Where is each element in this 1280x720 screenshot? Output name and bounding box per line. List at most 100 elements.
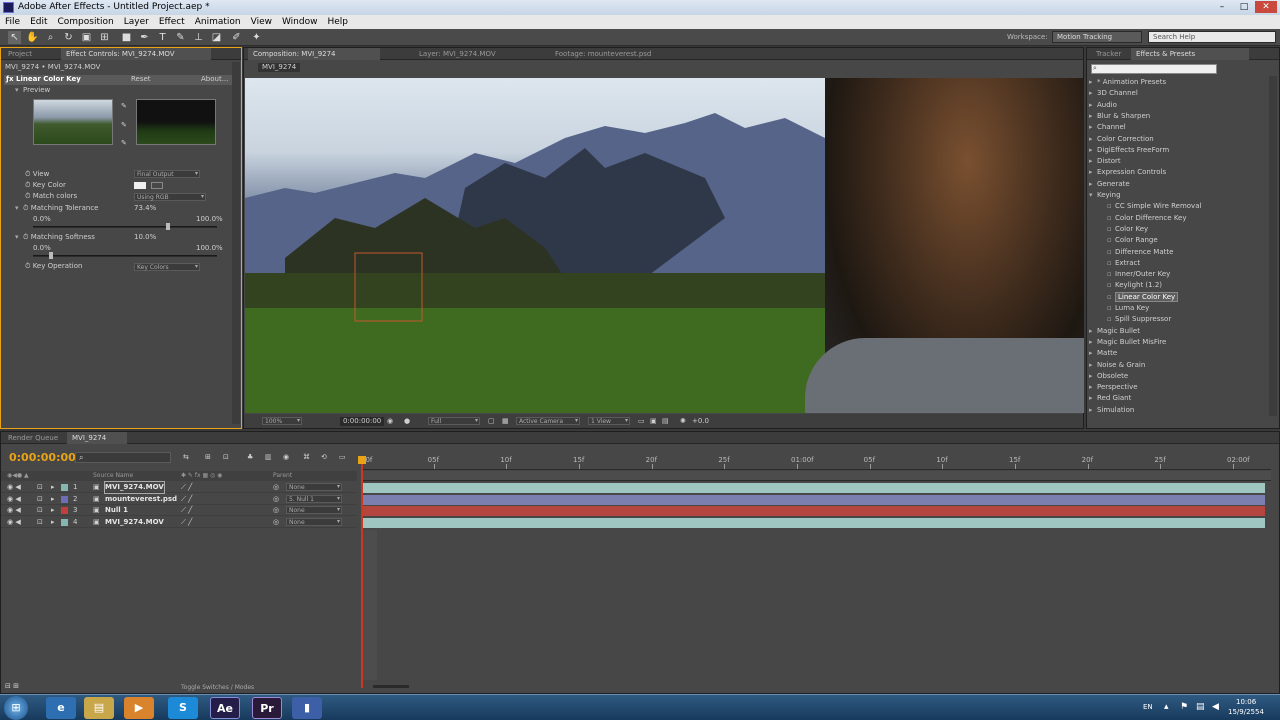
hand-tool-icon[interactable]: ✋ (26, 31, 39, 44)
disclosure-triangle-icon[interactable]: ▸ (1089, 111, 1097, 122)
frame-blending-icon[interactable]: ▥ (265, 453, 272, 462)
maximize-button[interactable]: □ (1233, 1, 1255, 13)
clock-date[interactable]: 15/9/2554 (1228, 708, 1264, 716)
fx-icon[interactable]: ƒx (6, 75, 16, 83)
draft-3d-icon[interactable]: ⊡ (223, 453, 229, 462)
tab-footage[interactable]: Footage: mounteverest.psd (550, 48, 656, 60)
start-button[interactable]: ⊞ (4, 696, 28, 720)
disclosure-triangle-icon[interactable]: ▸ (1089, 77, 1097, 88)
softness-value[interactable]: 10.0% (134, 233, 156, 242)
type-tool-icon[interactable]: T (156, 31, 169, 44)
effect-category[interactable]: ▸ Matte (1089, 348, 1117, 359)
tab-timeline-comp[interactable]: MVI_9274 (67, 432, 127, 444)
col-source-name[interactable]: Source Name (93, 471, 133, 481)
tolerance-slider-thumb[interactable] (166, 223, 171, 230)
timeline-menu-icon[interactable]: ▭ (339, 453, 346, 462)
col-parent[interactable]: Parent (273, 471, 292, 481)
view-layout-dropdown[interactable]: 1 View (588, 417, 630, 425)
menu-file[interactable]: File (0, 15, 25, 29)
menu-composition[interactable]: Composition (53, 15, 119, 29)
timeline-icon[interactable]: ▤ (662, 417, 669, 426)
snapshot-icon[interactable]: ◉ (387, 417, 393, 426)
match-colors-dropdown[interactable]: Using RGB (134, 193, 206, 201)
effect-item[interactable]: ▫ Spill Suppressor (1107, 314, 1171, 325)
effect-item[interactable]: ▫ Keylight (1.2) (1107, 280, 1162, 291)
disclosure-triangle-icon[interactable]: ▸ (1089, 371, 1097, 382)
brush-tool-icon[interactable]: ✎ (174, 31, 187, 44)
tolerance-slider[interactable] (33, 226, 217, 228)
zoom-slider[interactable] (373, 685, 409, 688)
disclosure-triangle-icon[interactable]: ▸ (1089, 393, 1097, 404)
workspace-dropdown[interactable]: Motion Tracking (1052, 31, 1142, 43)
file-explorer-icon[interactable]: ▤ (84, 697, 114, 719)
effect-category[interactable]: ▸ Channel (1089, 122, 1126, 133)
effects-search-input[interactable]: ⌕ (1091, 64, 1217, 74)
camera-tool-icon[interactable]: ▣ (80, 31, 93, 44)
effects-scrollbar[interactable] (1269, 76, 1277, 416)
toggle-switches-modes[interactable]: Toggle Switches / Modes (181, 684, 254, 691)
disclosure-triangle-icon[interactable]: ▸ (1089, 326, 1097, 337)
magnification-dropdown[interactable]: 100% (262, 417, 302, 425)
key-color-eyedropper-icon[interactable] (151, 182, 163, 189)
video-app-taskbar-icon[interactable]: ▮ (292, 697, 322, 719)
softness-slider[interactable] (33, 255, 217, 257)
disclosure-triangle-icon[interactable]: ▸ (1089, 360, 1097, 371)
reset-link[interactable]: Reset (131, 75, 151, 84)
rotate-tool-icon[interactable]: ↻ (62, 31, 75, 44)
language-indicator[interactable]: EN (1143, 703, 1153, 711)
effect-item[interactable]: ▫ Color Key (1107, 224, 1148, 235)
effect-item[interactable]: ▫ Inner/Outer Key (1107, 269, 1170, 280)
close-button[interactable]: ✕ (1255, 1, 1277, 13)
effect-category[interactable]: ▸ DigiEffects FreeForm (1089, 145, 1169, 156)
disclosure-triangle-icon[interactable]: ▸ (1089, 382, 1097, 393)
comp-name-tab[interactable]: MVI_9274 (258, 63, 301, 72)
key-operation-dropdown[interactable]: Key Colors (134, 263, 200, 271)
hide-shy-layers-icon[interactable]: ♣ (247, 453, 253, 462)
tab-composition[interactable]: Composition: MVI_9274 (248, 48, 380, 60)
disclosure-triangle-icon[interactable]: ▸ (1089, 156, 1097, 167)
timeline-timecode[interactable]: 0:00:00:00 (9, 451, 76, 464)
pan-behind-tool-icon[interactable]: ⊞ (98, 31, 111, 44)
disclosure-triangle-icon[interactable]: ▸ (1089, 88, 1097, 99)
tab-layer[interactable]: Layer: MVI_9274.MOV (414, 48, 501, 60)
tab-effects-presets[interactable]: Effects & Presets (1131, 48, 1249, 60)
menu-animation[interactable]: Animation (190, 15, 246, 29)
effect-category[interactable]: ▸ Magic Bullet MisFire (1089, 337, 1166, 348)
transparency-grid-icon[interactable]: ▦ (502, 417, 509, 426)
timeline-options-icon[interactable]: ⊟ ⊞ (5, 682, 19, 691)
layer-duration-bar[interactable] (363, 506, 1265, 516)
internet-explorer-icon[interactable]: e (46, 697, 76, 719)
playhead-handle[interactable] (358, 456, 366, 464)
effect-category[interactable]: ▸ Noise & Grain (1089, 360, 1145, 371)
clone-stamp-tool-icon[interactable]: ⊥ (192, 31, 205, 44)
zoom-tool-icon[interactable]: ⌕ (44, 31, 57, 44)
effect-category[interactable]: ▸ 3D Channel (1089, 88, 1138, 99)
effect-item[interactable]: ▫ Extract (1107, 258, 1140, 269)
effect-category[interactable]: ▸ Color Correction (1089, 134, 1154, 145)
effect-item[interactable]: ▫ Color Difference Key (1107, 213, 1187, 224)
menu-effect[interactable]: Effect (154, 15, 190, 29)
exposure-value[interactable]: +0.0 (692, 417, 709, 426)
toggle-pixel-aspect-icon[interactable]: ▭ (638, 417, 645, 426)
graph-editor-icon[interactable]: ⌘ (303, 453, 310, 462)
minimize-button[interactable]: – (1211, 1, 1233, 13)
media-player-icon[interactable]: ▶ (124, 697, 154, 719)
composition-viewer[interactable] (245, 78, 1084, 413)
effect-category[interactable]: ▸ Blur & Sharpen (1089, 111, 1150, 122)
clock-time[interactable]: 10:06 (1236, 698, 1256, 706)
selection-tool-icon[interactable]: ↖ (8, 31, 21, 44)
layer-duration-bar[interactable] (363, 517, 1265, 528)
disclosure-triangle-icon[interactable]: ▸ (1089, 134, 1097, 145)
network-icon[interactable]: ▤ (1196, 702, 1205, 712)
effect-category[interactable]: ▸ Magic Bullet (1089, 326, 1140, 337)
view-dropdown[interactable]: Final Output (134, 170, 200, 178)
work-area-bar[interactable] (361, 471, 1271, 481)
key-color-swatch[interactable] (134, 182, 146, 189)
effect-category[interactable]: ▸ Perspective (1089, 382, 1138, 393)
menu-layer[interactable]: Layer (119, 15, 154, 29)
tolerance-value[interactable]: 73.4% (134, 204, 156, 213)
resolution-dropdown[interactable]: Full (428, 417, 480, 425)
active-camera-dropdown[interactable]: Active Camera (516, 417, 580, 425)
eraser-tool-icon[interactable]: ◪ (210, 31, 223, 44)
disclosure-triangle-icon[interactable]: ▸ (1089, 337, 1097, 348)
